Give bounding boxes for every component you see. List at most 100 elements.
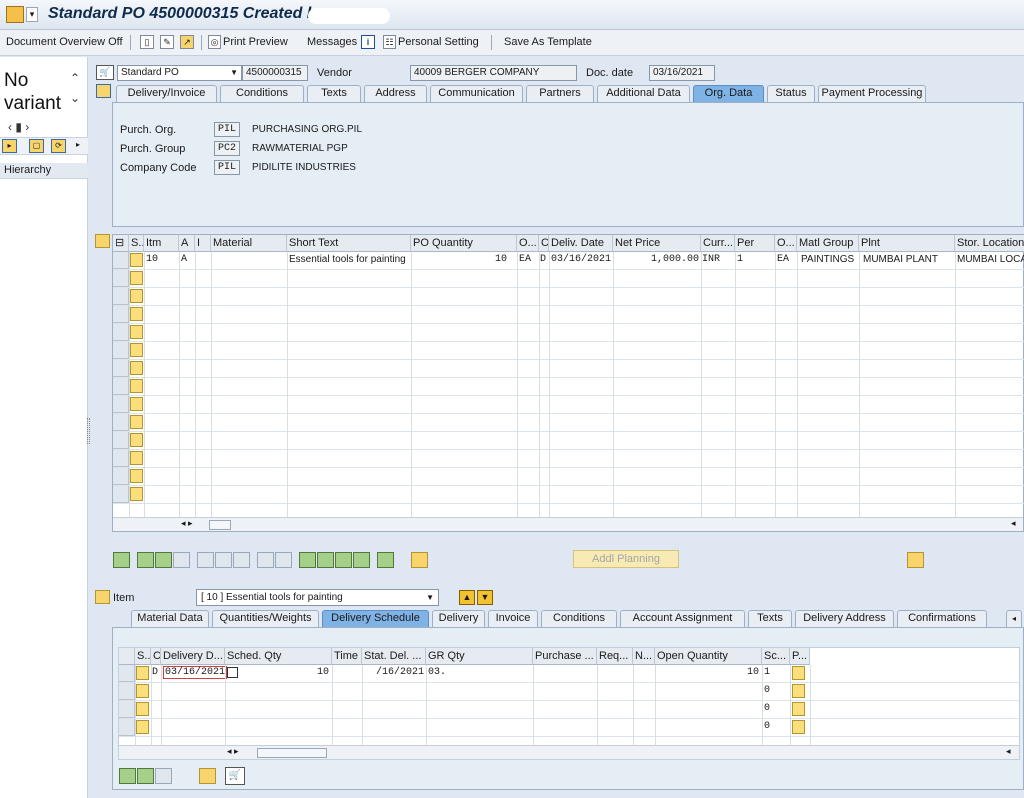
- document-overview-button[interactable]: Document Overview Off: [6, 36, 123, 48]
- scroll-left-right-icon[interactable]: ◂ ▸: [227, 746, 239, 757]
- display-change-icon[interactable]: ✎: [160, 35, 174, 49]
- refresh-icon[interactable]: ⟳: [51, 139, 66, 153]
- scroll-left-right-icon[interactable]: ◂ ▸: [181, 518, 193, 529]
- doc-date-field[interactable]: 03/16/2021: [649, 65, 715, 81]
- gr-quantity[interactable]: 03.: [428, 667, 446, 678]
- status-cell[interactable]: [130, 271, 143, 285]
- system-menu-dropdown[interactable]: ▾: [26, 7, 38, 22]
- lock-item-icon[interactable]: [215, 552, 232, 568]
- purch-group-field[interactable]: PC2: [214, 141, 240, 156]
- tab-item-texts[interactable]: Texts: [748, 610, 792, 627]
- p-flag-cell[interactable]: [792, 684, 805, 698]
- tab-confirmations[interactable]: Confirmations: [897, 610, 987, 627]
- column-header[interactable]: Delivery D...: [161, 648, 225, 665]
- status-cell[interactable]: [130, 469, 143, 483]
- column-header[interactable]: Open Quantity: [655, 648, 762, 665]
- status-cell[interactable]: [130, 343, 143, 357]
- plant[interactable]: MUMBAI PLANT: [863, 254, 938, 265]
- chevron-down-icon[interactable]: ⌄: [70, 91, 80, 105]
- tab-item-conditions[interactable]: Conditions: [541, 610, 617, 627]
- table-row[interactable]: [113, 396, 1024, 414]
- deselect-all-schedule-icon[interactable]: [137, 768, 154, 784]
- material-group[interactable]: PAINTINGS: [801, 254, 854, 265]
- column-header[interactable]: S..: [129, 235, 144, 252]
- tab-address[interactable]: Address: [364, 85, 427, 102]
- status-cell[interactable]: [130, 325, 143, 339]
- table-row[interactable]: [113, 306, 1024, 324]
- table-row[interactable]: [113, 324, 1024, 342]
- column-header[interactable]: N...: [633, 648, 655, 665]
- scroll-thumb[interactable]: [257, 748, 327, 758]
- copy-item-icon[interactable]: [173, 552, 190, 568]
- status-cell[interactable]: [130, 253, 143, 267]
- copy-icon[interactable]: ▢: [29, 139, 44, 153]
- column-header[interactable]: Req...: [597, 648, 633, 665]
- scroll-thumb[interactable]: [209, 520, 231, 530]
- column-header[interactable]: O...: [517, 235, 539, 252]
- tab-texts[interactable]: Texts: [307, 85, 361, 102]
- schedule-horizontal-scrollbar[interactable]: ◂ ▸ ◂: [119, 745, 1019, 759]
- delivery-date[interactable]: 03/16/2021: [163, 666, 228, 679]
- info-icon[interactable]: i: [361, 35, 375, 49]
- addl-planning-button[interactable]: Addl Planning: [573, 550, 679, 568]
- deselect-all-icon[interactable]: [155, 552, 172, 568]
- row-selector[interactable]: [113, 468, 129, 485]
- tab-delivery-schedule[interactable]: Delivery Schedule: [322, 610, 429, 627]
- storage-location[interactable]: MUMBAI LOCA: [957, 254, 1024, 265]
- row-selector[interactable]: [113, 306, 129, 323]
- unlock-item-icon[interactable]: [233, 552, 250, 568]
- column-header[interactable]: O...: [775, 235, 797, 252]
- row-selector[interactable]: [113, 450, 129, 467]
- row-selector[interactable]: [119, 665, 135, 682]
- doc-type-select[interactable]: Standard PO ▼: [117, 65, 242, 81]
- tab-org-data[interactable]: Org. Data: [693, 85, 764, 102]
- more-icon[interactable]: ▸: [76, 140, 80, 149]
- select-layout-icon[interactable]: ▸: [2, 139, 17, 153]
- column-header[interactable]: Net Price: [613, 235, 701, 252]
- pane-scroll-nav[interactable]: ‹ ▮ ›: [8, 120, 29, 134]
- item-details-icon[interactable]: [113, 552, 130, 568]
- short-text[interactable]: Essential tools for painting: [289, 254, 406, 265]
- next-item-icon[interactable]: ▼: [477, 590, 493, 605]
- row-selector[interactable]: [119, 683, 135, 700]
- previous-item-icon[interactable]: ▲: [459, 590, 475, 605]
- item-detail-toggle-icon[interactable]: [95, 590, 110, 604]
- sort-ascending-icon[interactable]: [299, 552, 316, 568]
- table-row[interactable]: [113, 288, 1024, 306]
- tab-invoice[interactable]: Invoice: [488, 610, 538, 627]
- date-category[interactable]: D: [152, 667, 158, 678]
- other-document-icon[interactable]: ↗: [180, 35, 194, 49]
- table-row[interactable]: [113, 360, 1024, 378]
- table-row[interactable]: [113, 342, 1024, 360]
- system-menu-icon[interactable]: [6, 6, 24, 23]
- tab-delivery-invoice[interactable]: Delivery/Invoice: [116, 85, 217, 102]
- row-selector[interactable]: [113, 432, 129, 449]
- tab-quantities-weights[interactable]: Quantities/Weights: [212, 610, 319, 627]
- schedule-counter[interactable]: 0: [764, 703, 770, 714]
- table-row[interactable]: [113, 378, 1024, 396]
- add-row-icon[interactable]: [257, 552, 274, 568]
- company-code-field[interactable]: PIL: [214, 160, 240, 175]
- schedule-counter[interactable]: 0: [764, 685, 770, 696]
- row-selector[interactable]: [113, 342, 129, 359]
- messages-button[interactable]: Messages: [307, 36, 357, 48]
- personal-setting-button[interactable]: Personal Setting: [398, 36, 479, 48]
- po-quantity[interactable]: 10: [413, 254, 507, 265]
- column-header[interactable]: Sched. Qty: [225, 648, 332, 665]
- delivery-date[interactable]: 03/16/2021: [551, 254, 611, 265]
- row-selector[interactable]: [113, 396, 129, 413]
- status-cell[interactable]: [130, 433, 143, 447]
- delete-schedule-icon[interactable]: [155, 768, 172, 784]
- p-flag-cell[interactable]: [792, 666, 805, 680]
- column-header[interactable]: Itm: [144, 235, 179, 252]
- column-header[interactable]: C: [151, 648, 161, 665]
- conditions-icon[interactable]: [377, 552, 394, 568]
- column-header[interactable]: Stat. Del. ...: [362, 648, 426, 665]
- select-all-icon[interactable]: [137, 552, 154, 568]
- tab-additional-data[interactable]: Additional Data: [597, 85, 690, 102]
- copy-schedule-icon[interactable]: [199, 768, 216, 784]
- status-cell[interactable]: [130, 379, 143, 393]
- row-selector[interactable]: [113, 360, 129, 377]
- vendor-field[interactable]: 40009 BERGER COMPANY: [410, 65, 577, 81]
- table-row[interactable]: [113, 486, 1024, 504]
